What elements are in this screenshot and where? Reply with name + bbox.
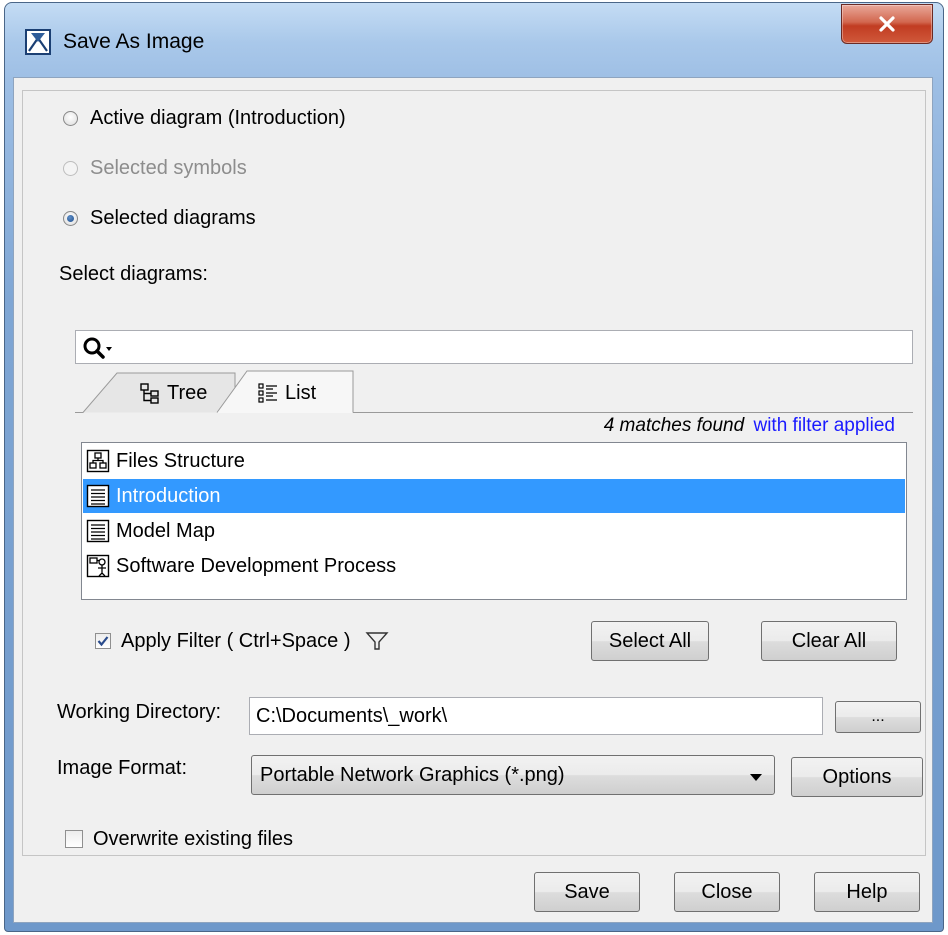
filter-icon[interactable] [364, 630, 389, 652]
filter-applied-link[interactable]: with filter applied [753, 415, 895, 436]
list-item-label: Files Structure [116, 449, 245, 472]
checkbox[interactable] [65, 830, 83, 848]
radio-button[interactable] [63, 110, 78, 126]
clear-all-button[interactable]: Clear All [761, 621, 897, 661]
working-directory-input[interactable]: C:\Documents\_work\ [249, 697, 823, 735]
tab-list[interactable]: List [257, 379, 316, 407]
radio-button [63, 160, 78, 176]
list-item-label: Model Map [116, 519, 215, 542]
tab-shapes [75, 370, 354, 413]
window-title: Save As Image [63, 30, 205, 53]
radio-selected-diagrams[interactable]: Selected diagrams [63, 203, 256, 233]
list-item-label: Introduction [116, 484, 221, 507]
diagram-search-input[interactable] [75, 330, 913, 364]
content-diagram-icon [86, 484, 110, 508]
process-diagram-icon [86, 554, 110, 578]
tree-icon [140, 383, 159, 404]
tab-tree[interactable]: Tree [139, 379, 207, 407]
select-diagrams-label: Select diagrams: [59, 263, 208, 285]
view-tabs: Tree List [75, 369, 913, 413]
browse-button[interactable]: ... [835, 701, 921, 733]
radio-label: Active diagram (Introduction) [90, 106, 346, 129]
radio-label: Selected symbols [90, 156, 247, 179]
radio-active-diagram[interactable]: Active diagram (Introduction) [63, 103, 346, 133]
options-group: Active diagram (Introduction) Selected s… [22, 90, 926, 856]
working-directory-label: Working Directory: [57, 701, 222, 723]
content-diagram-icon [86, 519, 110, 543]
options-button[interactable]: Options [791, 757, 923, 797]
dialog-content: Active diagram (Introduction) Selected s… [13, 77, 933, 923]
list-item[interactable]: Files Structure [83, 444, 905, 478]
list-item[interactable]: Model Map [83, 514, 905, 548]
overwrite-label: Overwrite existing files [93, 827, 294, 850]
title-bar[interactable]: Save As Image [5, 3, 943, 77]
select-all-button[interactable]: Select All [591, 621, 709, 661]
tab-baseline [353, 412, 913, 413]
radio-selected-symbols: Selected symbols [63, 153, 247, 183]
list-item[interactable]: Software Development Process [83, 549, 905, 583]
list-icon [258, 383, 277, 403]
list-item[interactable]: Introduction [83, 479, 905, 513]
save-button[interactable]: Save [534, 872, 640, 912]
list-item-label: Software Development Process [116, 554, 397, 577]
overwrite-checkbox[interactable]: Overwrite existing files [65, 825, 293, 853]
save-as-image-dialog: Save As Image Active diagram (Introducti… [4, 2, 944, 932]
radio-label: Selected diagrams [90, 206, 256, 229]
match-status: 4 matches found with filter applied [604, 415, 895, 437]
package-diagram-icon [86, 449, 110, 473]
tab-label: List [285, 381, 317, 404]
image-format-value: Portable Network Graphics (*.png) [260, 763, 565, 786]
chevron-down-icon [750, 774, 762, 781]
close-window-button[interactable] [841, 4, 933, 44]
radio-button[interactable] [63, 210, 78, 226]
image-format-select[interactable]: Portable Network Graphics (*.png) [251, 755, 775, 795]
close-button[interactable]: Close [674, 872, 780, 912]
search-icon[interactable] [82, 336, 116, 360]
close-icon [879, 16, 895, 32]
app-icon [25, 29, 51, 55]
apply-filter-label: Apply Filter ( Ctrl+Space ) [121, 629, 351, 652]
image-format-label: Image Format: [57, 757, 188, 779]
diagram-list[interactable]: Files Structure Introduction Model Map S… [81, 442, 907, 600]
check-icon [97, 636, 109, 647]
apply-filter-checkbox[interactable]: Apply Filter ( Ctrl+Space ) [95, 627, 389, 655]
match-count: 4 matches found [603, 415, 745, 436]
help-button[interactable]: Help [814, 872, 920, 912]
checkbox[interactable] [95, 633, 111, 649]
tab-label: Tree [167, 381, 208, 404]
